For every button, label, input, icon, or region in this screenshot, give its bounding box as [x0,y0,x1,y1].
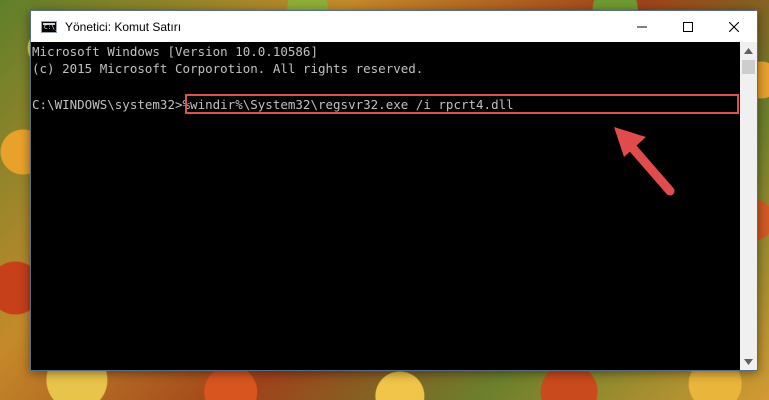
red-arrow-icon [614,127,675,196]
console-output-area[interactable]: Microsoft Windows [Version 10.0.10586] (… [31,42,740,370]
cmd-app-icon-text: C:\_ [44,23,59,31]
maximize-button[interactable] [665,11,711,42]
console-prompt: C:\WINDOWS\system32> [32,97,183,112]
console-line-copyright: (c) 2015 Microsoft Corporotion. All righ… [32,61,424,76]
scroll-up-button[interactable] [740,42,757,59]
cmd-app-icon: C:\_ [41,20,59,33]
maximize-icon [683,21,693,32]
window-title: Yönetici: Komut Satırı [65,19,182,34]
chevron-up-icon [744,47,753,54]
title-bar[interactable]: C:\_ Yönetici: Komut Satırı [31,11,757,42]
scroll-down-button[interactable] [740,353,757,370]
chevron-down-icon [744,358,753,365]
minimize-button[interactable] [619,11,665,42]
console-line-version: Microsoft Windows [Version 10.0.10586] [32,44,318,59]
minimize-icon [637,26,647,27]
command-highlight-box [185,94,739,114]
window-controls [619,11,757,42]
vertical-scrollbar[interactable] [740,42,757,370]
scroll-thumb[interactable] [742,60,755,74]
close-button[interactable] [711,11,757,42]
close-icon [729,21,739,32]
